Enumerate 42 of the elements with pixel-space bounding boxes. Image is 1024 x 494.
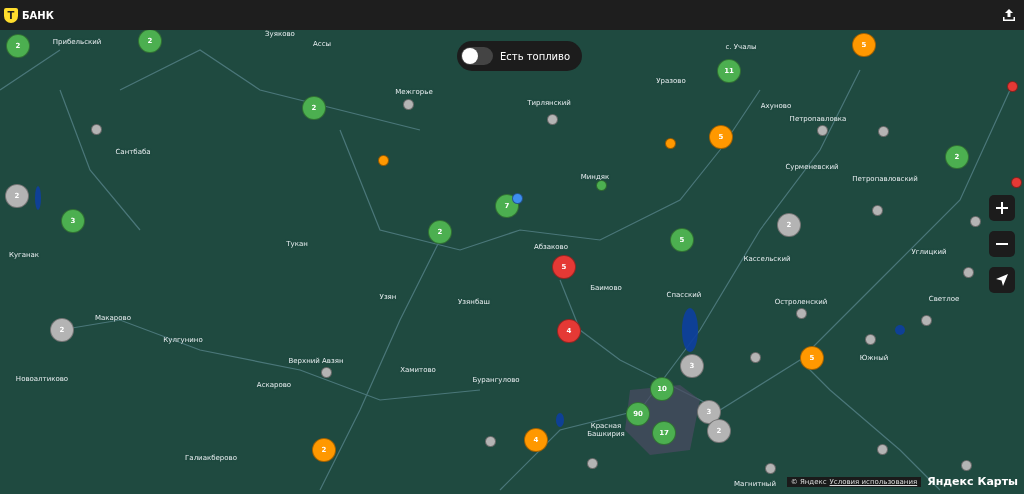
station-marker[interactable] [378, 155, 389, 166]
station-marker[interactable] [796, 308, 807, 319]
map-brand-logo: Яндекс Карты [927, 475, 1018, 488]
station-marker[interactable] [587, 458, 598, 469]
locate-button[interactable] [989, 267, 1015, 293]
station-marker[interactable] [970, 216, 981, 227]
station-marker[interactable] [321, 367, 332, 378]
logo-mark: Т [4, 7, 18, 23]
lake-shape [895, 325, 905, 335]
station-marker[interactable] [817, 125, 828, 136]
station-marker[interactable] [878, 126, 889, 137]
logo-text: БАНК [22, 9, 54, 21]
upload-icon [1002, 8, 1016, 22]
station-marker[interactable] [961, 460, 972, 471]
lake-shape [682, 308, 698, 352]
zoom-out-button[interactable] [989, 231, 1015, 257]
station-marker[interactable] [865, 334, 876, 345]
zoom-in-button[interactable] [989, 195, 1015, 221]
lake-shape [556, 413, 564, 427]
station-marker[interactable] [665, 138, 676, 149]
station-marker[interactable] [547, 114, 558, 125]
station-marker[interactable] [512, 193, 523, 204]
minus-icon [996, 243, 1008, 245]
plus-icon [996, 202, 1008, 214]
station-marker[interactable] [765, 463, 776, 474]
station-marker[interactable] [91, 124, 102, 135]
toggle-label: Есть топливо [500, 50, 571, 62]
toggle-switch[interactable] [461, 47, 493, 65]
station-marker[interactable] [750, 352, 761, 363]
station-marker[interactable] [485, 436, 496, 447]
fuel-filter-toggle[interactable]: Есть топливо [457, 41, 583, 71]
navigation-arrow-icon [996, 274, 1008, 286]
station-marker[interactable] [1007, 81, 1018, 92]
station-marker[interactable] [877, 444, 888, 455]
lake-shape [35, 186, 41, 210]
station-marker[interactable] [921, 315, 932, 326]
station-marker[interactable] [596, 180, 607, 191]
station-marker[interactable] [403, 99, 414, 110]
share-button[interactable] [1002, 8, 1016, 22]
station-marker[interactable] [1011, 177, 1022, 188]
station-marker[interactable] [872, 205, 883, 216]
station-marker[interactable] [963, 267, 974, 278]
